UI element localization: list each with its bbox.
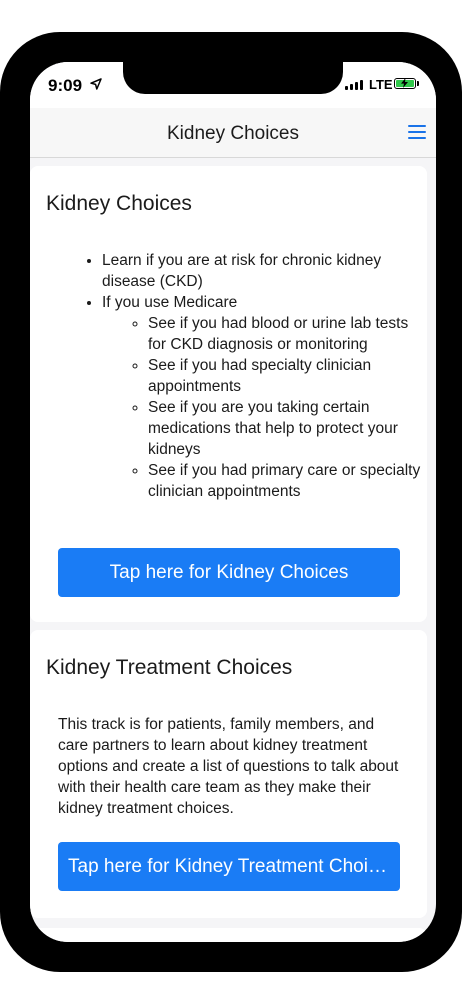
bullet-list: Learn if you are at risk for chronic kid…: [80, 250, 422, 502]
sub-list-item: See if you had blood or urine lab tests …: [148, 313, 422, 355]
battery-charging-icon: [394, 78, 419, 89]
sub-list-item: See if you had primary care or specialty…: [148, 460, 422, 502]
cellular-signal-icon: [345, 80, 363, 90]
hamburger-menu-icon[interactable]: [408, 125, 426, 140]
next-card: [30, 928, 427, 942]
list-item-label: If you use Medicare: [102, 294, 238, 311]
app-screen: 9:09 LTE Kidney Choices Kidney Choices •…: [30, 62, 436, 942]
status-time: 9:09: [48, 76, 83, 95]
network-type: LTE: [369, 77, 393, 92]
kidney-choices-button[interactable]: Tap here for Kidney Choices: [58, 548, 400, 597]
top-navigation-bar: Kidney Choices: [30, 108, 436, 158]
kidney-choices-card: Kidney Choices Learn if you are at risk …: [30, 166, 427, 622]
page-title: Kidney Choices: [166, 123, 300, 144]
sub-list-item: See if you had specialty clinician appoi…: [148, 355, 422, 397]
list-item: If you use Medicare See if you had blood…: [102, 292, 422, 502]
phone-notch: [123, 62, 343, 94]
location-arrow-icon: [90, 78, 102, 90]
sub-list-item: See if you are you taking certain medica…: [148, 397, 422, 460]
card-description: This track is for patients, family membe…: [58, 716, 399, 817]
kidney-treatment-choices-button[interactable]: Tap here for Kidney Treatment Choices: [58, 842, 400, 891]
sub-bullet-list: See if you had blood or urine lab tests …: [102, 313, 422, 502]
card-title: Kidney Choices: [46, 192, 192, 215]
kidney-treatment-choices-card: Kidney Treatment Choices This track is f…: [30, 630, 427, 918]
phone-frame: 9:09 LTE Kidney Choices Kidney Choices •…: [0, 32, 462, 972]
list-item: Learn if you are at risk for chronic kid…: [102, 250, 422, 292]
card-title: Kidney Treatment Choices: [46, 656, 293, 679]
